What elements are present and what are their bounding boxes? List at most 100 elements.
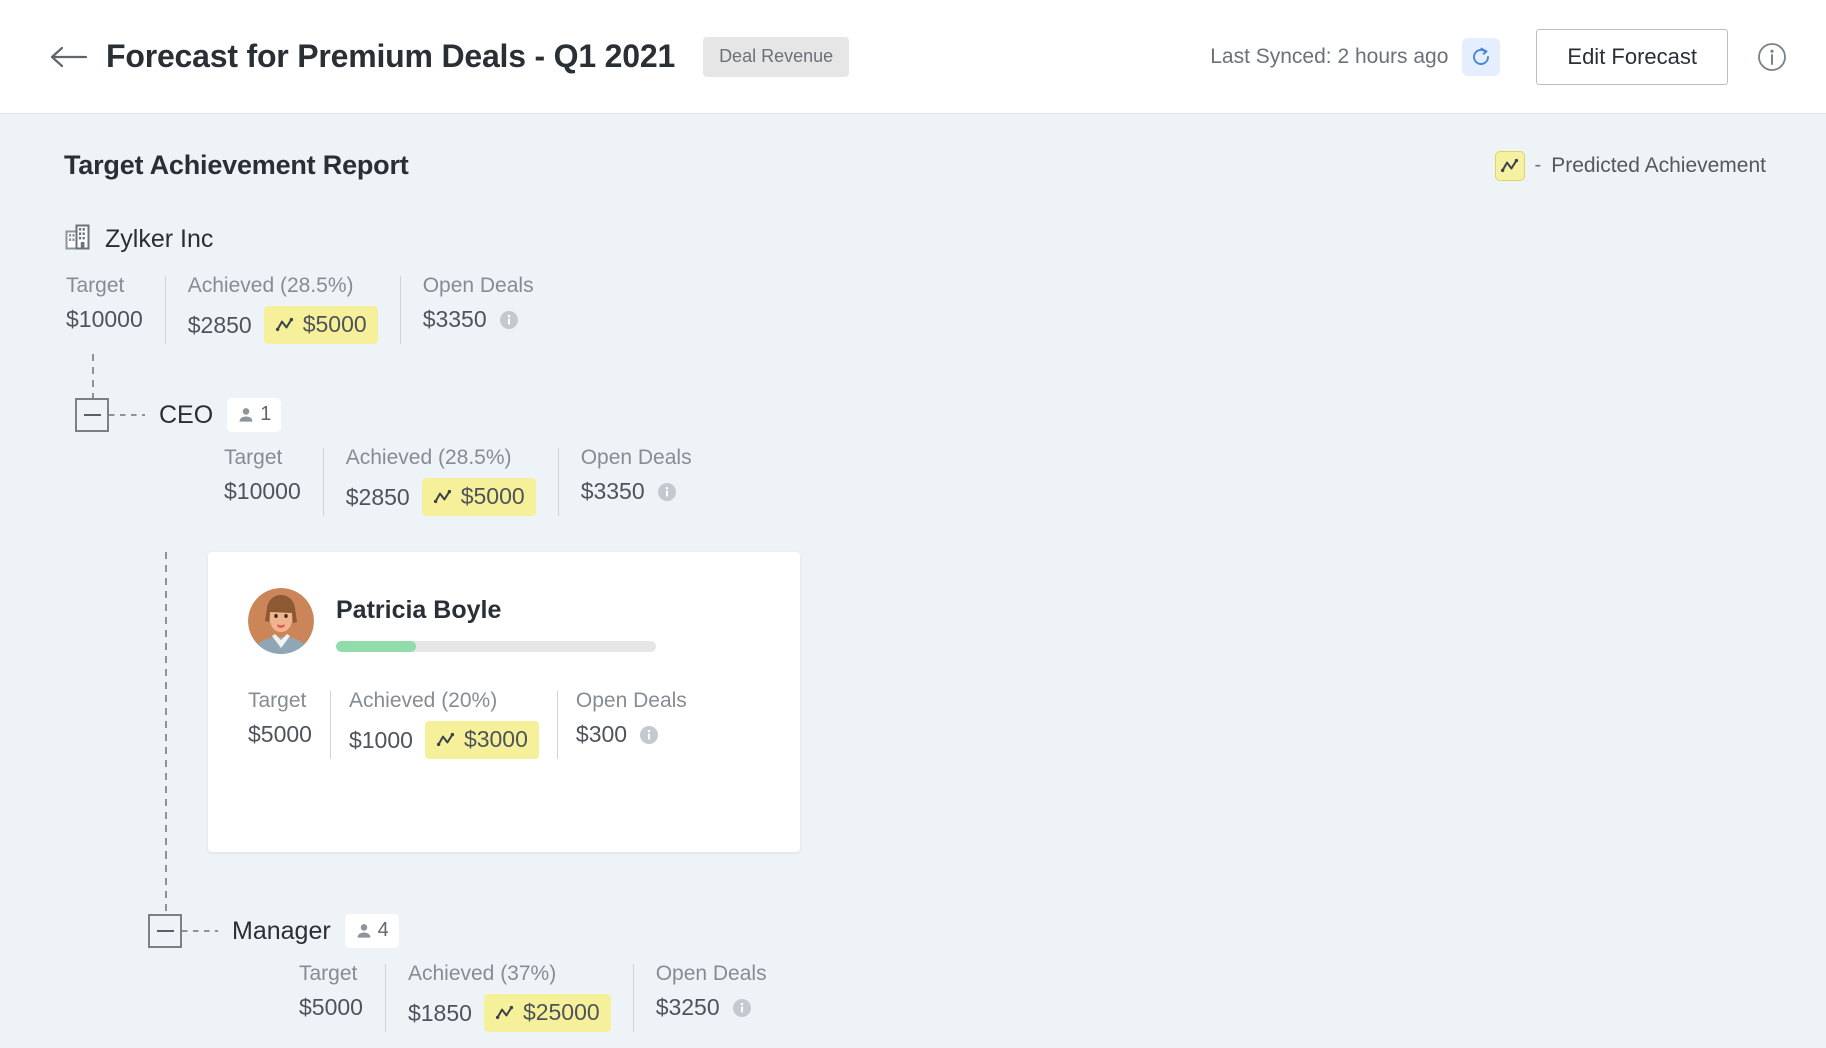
back-arrow-icon[interactable]: [48, 40, 90, 74]
user-avatar: [248, 588, 314, 659]
divider: [322, 448, 324, 516]
stat-value: $1000: [348, 726, 413, 753]
member-card[interactable]: Patricia Boyle Target $5000 Achieved (20…: [208, 552, 800, 852]
last-synced-text: Last Synced: 2 hours ago: [1210, 44, 1449, 68]
divider: [399, 276, 401, 344]
stat-value: $1850: [407, 999, 472, 1026]
predicted-value: $5000: [460, 483, 525, 509]
member-stats: Target $5000 Achieved (20%) $1000 $3000 …: [248, 689, 760, 759]
info-circle-icon[interactable]: [732, 998, 752, 1018]
member-count: 1: [260, 403, 272, 425]
stat-label: Open Deals: [422, 274, 534, 297]
stat-label: Target: [224, 446, 283, 469]
member-count-badge: 1: [227, 398, 282, 432]
predicted-achievement-chip: $5000: [421, 478, 536, 516]
minus-box-icon[interactable]: [75, 398, 109, 432]
tree-line-vertical: [165, 852, 167, 914]
legend-label: Predicted Achievement: [1551, 153, 1766, 177]
report-title: Target Achievement Report: [64, 150, 409, 180]
stat-label: Target: [299, 962, 358, 985]
header-left-group: Forecast for Premium Deals - Q1 2021 Dea…: [0, 36, 850, 77]
legend-dash: -: [1534, 154, 1542, 176]
stat-label: Achieved (37%): [407, 962, 557, 985]
trending-line-icon: [436, 732, 455, 747]
divider: [164, 276, 166, 344]
organization-name: Zylker Inc: [105, 225, 214, 253]
header-info-icon[interactable]: [1756, 41, 1788, 73]
stat-label: Achieved (28.5%): [345, 446, 512, 469]
tree-line-vertical: [92, 354, 94, 398]
page-header: Forecast for Premium Deals - Q1 2021 Dea…: [0, 0, 1826, 114]
member-card-row: Patricia Boyle Target $5000 Achieved (20…: [64, 552, 1784, 852]
divider: [329, 691, 331, 759]
refresh-icon[interactable]: [1462, 37, 1501, 76]
stat-open-deals: Open Deals $3350: [423, 274, 534, 333]
predicted-achievement-chip: $3000: [424, 721, 539, 759]
stat-value: $3350: [422, 306, 487, 332]
report-header-row: Target Achievement Report - Predicted Ac…: [64, 150, 1784, 181]
stat-label: Open Deals: [580, 446, 692, 469]
stat-value: $3250: [655, 994, 720, 1020]
tree-line-vertical: [165, 552, 167, 852]
manager-stats: Target $5000 Achieved (37%) $1850 $25000…: [299, 962, 1784, 1032]
member-count-badge: 4: [344, 914, 399, 948]
divider: [384, 964, 386, 1032]
stat-label: Open Deals: [655, 962, 767, 985]
stat-value: $5000: [248, 721, 312, 747]
predicted-value: $25000: [522, 999, 600, 1025]
stat-achieved: Achieved (20%) $1000 $3000: [349, 689, 539, 759]
stat-value: $5000: [299, 994, 363, 1020]
stat-open-deals: Open Deals $300: [576, 689, 687, 748]
divider: [632, 964, 634, 1032]
stat-target: Target $10000: [66, 274, 143, 333]
legend: - Predicted Achievement: [1494, 150, 1784, 181]
achievement-progress-fill: [336, 640, 416, 652]
member-info: Patricia Boyle: [336, 596, 656, 652]
stat-value: $10000: [224, 478, 301, 504]
stat-open-deals: Open Deals $3350: [581, 446, 692, 505]
predicted-value: $3000: [463, 726, 528, 752]
module-chip: Deal Revenue: [703, 36, 850, 77]
edit-forecast-button[interactable]: Edit Forecast: [1536, 28, 1728, 85]
divider: [557, 448, 559, 516]
organization-row: Zylker Inc: [64, 223, 1784, 256]
stat-label: Open Deals: [575, 689, 687, 712]
trending-line-icon: [275, 317, 293, 332]
member-count: 4: [377, 919, 389, 941]
predicted-value: $5000: [302, 311, 367, 337]
stat-label: Target: [248, 689, 307, 712]
node-title: Manager: [232, 916, 331, 945]
minus-box-icon[interactable]: [148, 914, 182, 948]
member-header: Patricia Boyle: [248, 588, 760, 659]
stat-achieved: Achieved (28.5%) $2850 $5000: [346, 446, 536, 516]
info-circle-icon[interactable]: [499, 310, 519, 330]
forecast-page: Forecast for Premium Deals - Q1 2021 Dea…: [0, 0, 1826, 1048]
predicted-achievement-chip: $5000: [263, 306, 378, 344]
tree-line-horizontal: [182, 930, 218, 932]
person-icon: [239, 407, 253, 422]
trending-line-icon: [495, 1005, 514, 1020]
stat-value: $2850: [187, 311, 252, 338]
building-icon: [64, 223, 92, 256]
stat-label: Achieved (28.5%): [187, 274, 354, 297]
tree-node-ceo: CEO 1: [75, 398, 1784, 432]
stat-achieved: Achieved (28.5%) $2850 $5000: [188, 274, 378, 344]
info-circle-icon[interactable]: [639, 725, 659, 745]
node-title: CEO: [159, 400, 214, 429]
stat-label: Target: [66, 274, 125, 297]
stat-target: Target $10000: [224, 446, 301, 505]
tree-node-manager: Manager 4: [148, 914, 1784, 948]
ceo-stats: Target $10000 Achieved (28.5%) $2850 $50…: [224, 446, 1784, 516]
stat-achieved: Achieved (37%) $1850 $25000: [408, 962, 611, 1032]
stat-target: Target $5000: [299, 962, 363, 1021]
stat-label: Achieved (20%): [348, 689, 498, 712]
trending-line-icon: [433, 489, 451, 504]
info-circle-icon[interactable]: [657, 482, 677, 502]
achievement-progress-bar: [336, 640, 656, 652]
tree-line-horizontal: [109, 414, 145, 416]
trending-line-icon: [1494, 150, 1525, 181]
predicted-achievement-chip: $25000: [483, 994, 611, 1032]
divider: [556, 691, 558, 759]
stat-value: $3350: [580, 478, 645, 504]
stat-value: $300: [575, 721, 628, 747]
